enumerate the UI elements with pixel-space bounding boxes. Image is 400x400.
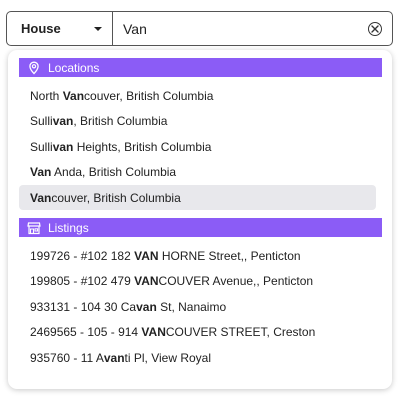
map-pin-icon: [27, 61, 41, 75]
listing-item[interactable]: 199805 - #102 479 VAN COUVER Avenue,, Pen…: [19, 269, 376, 294]
item-match-highlight: van: [136, 299, 157, 314]
item-text: ti Pl, View Royal: [124, 350, 212, 365]
item-match-highlight: VAN: [134, 248, 159, 263]
listings-title: Listings: [48, 220, 89, 235]
item-text: , British Columbia: [73, 114, 168, 128]
listings-header: Listings: [19, 218, 382, 237]
item-text: 199805 - #102 479: [30, 274, 135, 288]
item-match-highlight: Van: [62, 88, 85, 103]
item-match-highlight: van: [103, 350, 125, 365]
clear-search-button[interactable]: [368, 21, 382, 36]
item-text: Sulli: [30, 139, 53, 154]
item-text: Anda, British Columbia: [51, 165, 177, 179]
item-text: St, Nanaimo: [156, 299, 227, 314]
property-type-select[interactable]: House: [7, 12, 113, 45]
location-item[interactable]: North Van couver, British Columbia: [19, 83, 376, 108]
item-match-highlight: Van: [30, 165, 52, 179]
item-match-highlight: VAN: [141, 325, 166, 339]
search-input[interactable]: [123, 20, 368, 37]
search-bar: House: [6, 11, 393, 46]
item-match-highlight: van: [52, 114, 74, 128]
item-text: Heights, British Columbia: [73, 139, 212, 154]
locations-title: Locations: [48, 60, 100, 75]
item-text: Sulli: [30, 114, 53, 128]
item-text: 2469565 - 105 - 914: [30, 325, 142, 339]
item-text: COUVER Avenue,, Penticton: [158, 274, 314, 288]
autocomplete-dropdown: Locations North Van couver, British Colum…: [8, 50, 392, 389]
item-text: 935760 - 11 A: [30, 350, 104, 365]
item-text: couver, British Columbia: [84, 88, 214, 103]
close-icon: [371, 24, 379, 33]
storefront-icon: [27, 221, 41, 235]
location-item[interactable]: Sulli van, British Columbia: [19, 109, 376, 134]
property-type-label: House: [21, 21, 61, 36]
item-text: HORNE Street,, Penticton: [158, 248, 301, 263]
item-text: COUVER STREET, Creston: [165, 325, 316, 339]
item-text: 199726 - #102 182: [30, 248, 135, 263]
listing-item[interactable]: 199726 - #102 182 VAN HORNE Street,, Pen…: [19, 243, 376, 268]
location-item[interactable]: Van couver, British Columbia: [19, 185, 376, 210]
listing-item[interactable]: 935760 - 11 Avan ti Pl, View Royal: [19, 345, 376, 370]
item-text: North: [30, 88, 63, 103]
item-text: 933131 - 104 30 Ca: [30, 299, 137, 314]
location-item[interactable]: Van Anda, British Columbia: [19, 160, 376, 185]
locations-header: Locations: [19, 58, 382, 77]
listing-item[interactable]: 933131 - 104 30 Ca van St, Nanaimo: [19, 294, 376, 319]
item-match-highlight: van: [52, 139, 74, 154]
listing-item[interactable]: 2469565 - 105 - 914 VAN COUVER STREET, Cr…: [19, 320, 376, 345]
item-match-highlight: Van: [30, 190, 52, 205]
search-field: [113, 12, 392, 45]
chevron-down-icon: [94, 26, 102, 31]
item-match-highlight: VAN: [134, 274, 159, 288]
item-text: couver, British Columbia: [51, 190, 181, 205]
location-item[interactable]: Sulli van Heights, British Columbia: [19, 134, 376, 159]
